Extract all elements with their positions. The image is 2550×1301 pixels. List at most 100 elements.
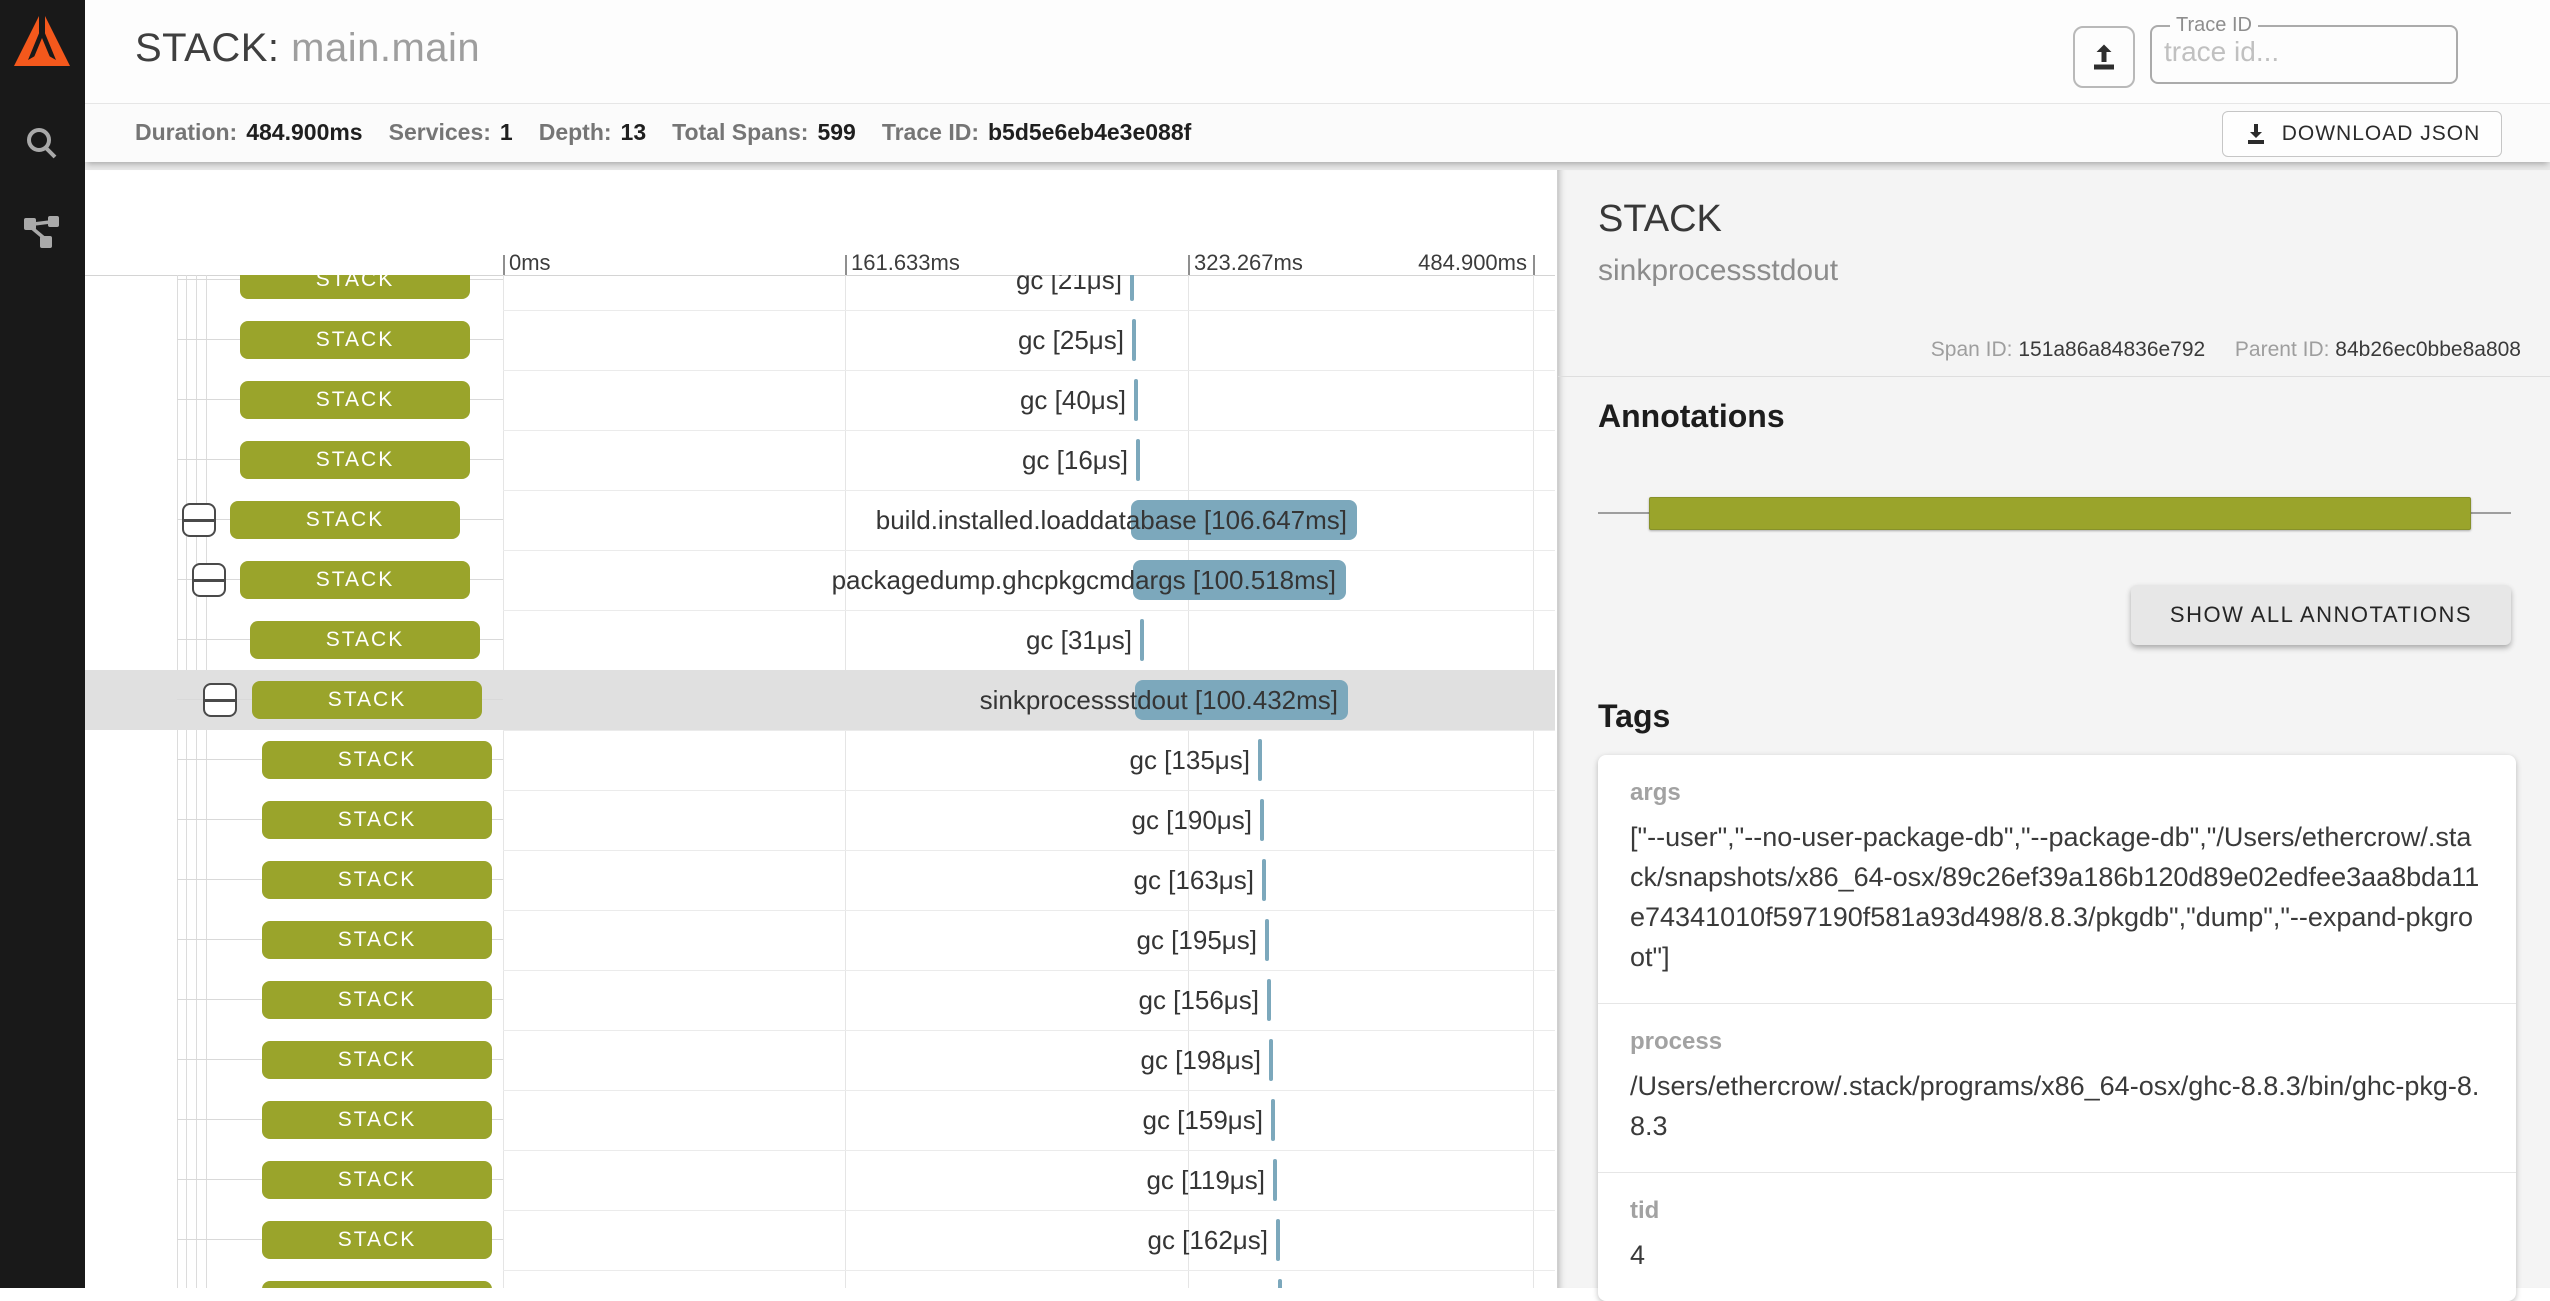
zipkin-logo-icon[interactable] xyxy=(12,8,72,72)
span-duration-tick[interactable] xyxy=(1134,379,1138,421)
span-duration-bar[interactable] xyxy=(1133,560,1346,600)
span-duration-tick[interactable] xyxy=(1267,979,1271,1021)
axis-tick-label: 484.900ms xyxy=(1418,250,1527,276)
search-icon[interactable] xyxy=(20,122,64,166)
span-duration-tick[interactable] xyxy=(1269,1039,1273,1081)
service-badge-button[interactable]: STACK xyxy=(230,501,460,539)
service-badge-button[interactable]: STACK xyxy=(240,561,470,599)
span-row[interactable]: STACKbuild.installed.loaddatabase [106.6… xyxy=(85,490,1555,550)
show-all-annotations-button[interactable]: SHOW ALL ANNOTATIONS xyxy=(2131,585,2511,645)
span-duration-tick[interactable] xyxy=(1262,859,1266,901)
span-row[interactable]: STACKgc [163μs] xyxy=(85,850,1555,910)
service-badge-button[interactable]: STACK xyxy=(262,1161,492,1199)
tree-connector xyxy=(492,819,503,820)
stat-label: Trace ID: xyxy=(882,119,979,146)
tree-connector xyxy=(177,639,250,640)
service-badge-button[interactable]: STACK xyxy=(262,1101,492,1139)
span-duration-tick[interactable] xyxy=(1265,919,1269,961)
axis-tick xyxy=(503,255,505,275)
tag-row: process/Users/ethercrow/.stack/programs/… xyxy=(1598,1003,2516,1172)
tag-row: args["--user","--no-user-package-db","--… xyxy=(1598,755,2516,1003)
service-badge-button[interactable]: STACK xyxy=(240,321,470,359)
tree-connector xyxy=(177,1119,262,1120)
span-duration-tick[interactable] xyxy=(1273,1159,1277,1201)
tree-connector xyxy=(492,999,503,1000)
span-label: gc [163μs] xyxy=(85,863,1254,897)
span-row[interactable]: STACKgc [21μs] xyxy=(85,275,1555,310)
service-badge-button[interactable]: STACK xyxy=(250,621,480,659)
trace-id-input[interactable] xyxy=(2162,35,2406,69)
span-duration-tick[interactable] xyxy=(1130,275,1134,301)
download-json-button[interactable]: DOWNLOAD JSON xyxy=(2222,111,2502,157)
service-badge-button[interactable]: STACK xyxy=(240,275,470,299)
span-row[interactable]: STACKgc [198μs] xyxy=(85,1030,1555,1090)
span-row[interactable]: STACKgc [16μs] xyxy=(85,430,1555,490)
tree-connector xyxy=(177,939,262,940)
tree-connector xyxy=(177,759,262,760)
span-duration-tick[interactable] xyxy=(1271,1099,1275,1141)
tree-connector xyxy=(482,699,503,700)
span-row[interactable]: STACKgc [190μs] xyxy=(85,790,1555,850)
span-row[interactable]: STACKgc [135μs] xyxy=(85,730,1555,790)
span-row[interactable]: STACKgc [195μs] xyxy=(85,910,1555,970)
span-row[interactable]: STACKgc [31μs] xyxy=(85,610,1555,670)
tree-connector xyxy=(177,1059,262,1060)
service-badge-button[interactable]: STACK xyxy=(262,801,492,839)
span-duration-tick[interactable] xyxy=(1132,319,1136,361)
span-duration-tick[interactable] xyxy=(1258,739,1262,781)
upload-icon xyxy=(2089,42,2119,72)
tree-connector xyxy=(177,459,240,460)
parent-id-label: Parent ID: xyxy=(2235,338,2330,361)
tree-connector xyxy=(470,459,503,460)
service-badge-button[interactable]: STACK xyxy=(262,1281,492,1288)
span-duration-tick[interactable] xyxy=(1278,1279,1282,1288)
dependencies-icon[interactable] xyxy=(20,208,64,252)
minus-icon xyxy=(205,699,235,702)
span-row[interactable]: STACKgc [156μs] xyxy=(85,970,1555,1030)
span-row[interactable]: STACKgc [40μs] xyxy=(85,370,1555,430)
span-row[interactable]: STACKgc [25μs] xyxy=(85,310,1555,370)
service-badge-button[interactable]: STACK xyxy=(262,861,492,899)
stat-value: 484.900ms xyxy=(246,119,362,146)
span-duration-tick[interactable] xyxy=(1276,1219,1280,1261)
span-row[interactable]: STACKgc [159μs] xyxy=(85,1090,1555,1150)
trace-stat: Duration:484.900ms xyxy=(135,119,363,146)
span-duration-bar[interactable] xyxy=(1131,500,1357,540)
span-row[interactable]: STACKgc [119μs] xyxy=(85,1150,1555,1210)
trace-stat: Total Spans:599 xyxy=(672,119,856,146)
service-badge-button[interactable]: STACK xyxy=(240,441,470,479)
tree-connector xyxy=(492,759,503,760)
service-badge-button[interactable]: STACK xyxy=(262,1041,492,1079)
service-badge-button[interactable]: STACK xyxy=(262,1221,492,1259)
service-badge-button[interactable]: STACK xyxy=(252,681,482,719)
tree-connector xyxy=(177,279,240,280)
span-detail-panel: STACK sinkprocessstdout Span ID: 151a86a… xyxy=(1557,170,2550,1288)
span-row[interactable]: STACKpackagedump.ghcpkgcmdargs [100.518m… xyxy=(85,550,1555,610)
annotation-span-bar[interactable] xyxy=(1649,497,2471,530)
span-row[interactable]: STACKgc [162μs] xyxy=(85,1210,1555,1270)
span-row[interactable]: STACK xyxy=(85,1270,1555,1288)
page-title-service: STACK xyxy=(135,26,268,70)
tree-connector xyxy=(492,1119,503,1120)
span-duration-bar[interactable] xyxy=(1135,680,1348,720)
service-badge-button[interactable]: STACK xyxy=(262,741,492,779)
span-duration-tick[interactable] xyxy=(1140,619,1144,661)
collapse-children-button[interactable] xyxy=(203,683,237,717)
service-badge-button[interactable]: STACK xyxy=(262,921,492,959)
app-header: STACK: main.main Trace ID xyxy=(85,0,2550,104)
upload-button[interactable] xyxy=(2073,26,2135,88)
collapse-children-button[interactable] xyxy=(182,503,216,537)
stat-label: Depth: xyxy=(539,119,612,146)
span-duration-tick[interactable] xyxy=(1260,799,1264,841)
service-badge-button[interactable]: STACK xyxy=(262,981,492,1019)
service-badge-button[interactable]: STACK xyxy=(240,381,470,419)
span-row[interactable]: STACKsinkprocessstdout [100.432ms] xyxy=(85,670,1555,730)
collapse-children-button[interactable] xyxy=(192,563,226,597)
span-label: gc [31μs] xyxy=(85,623,1132,657)
tag-key: process xyxy=(1630,1028,2484,1056)
axis-tick xyxy=(1533,255,1535,275)
minus-icon xyxy=(184,519,214,522)
span-duration-tick[interactable] xyxy=(1136,439,1140,481)
tag-key: tid xyxy=(1630,1197,2484,1225)
tree-connector xyxy=(480,639,503,640)
